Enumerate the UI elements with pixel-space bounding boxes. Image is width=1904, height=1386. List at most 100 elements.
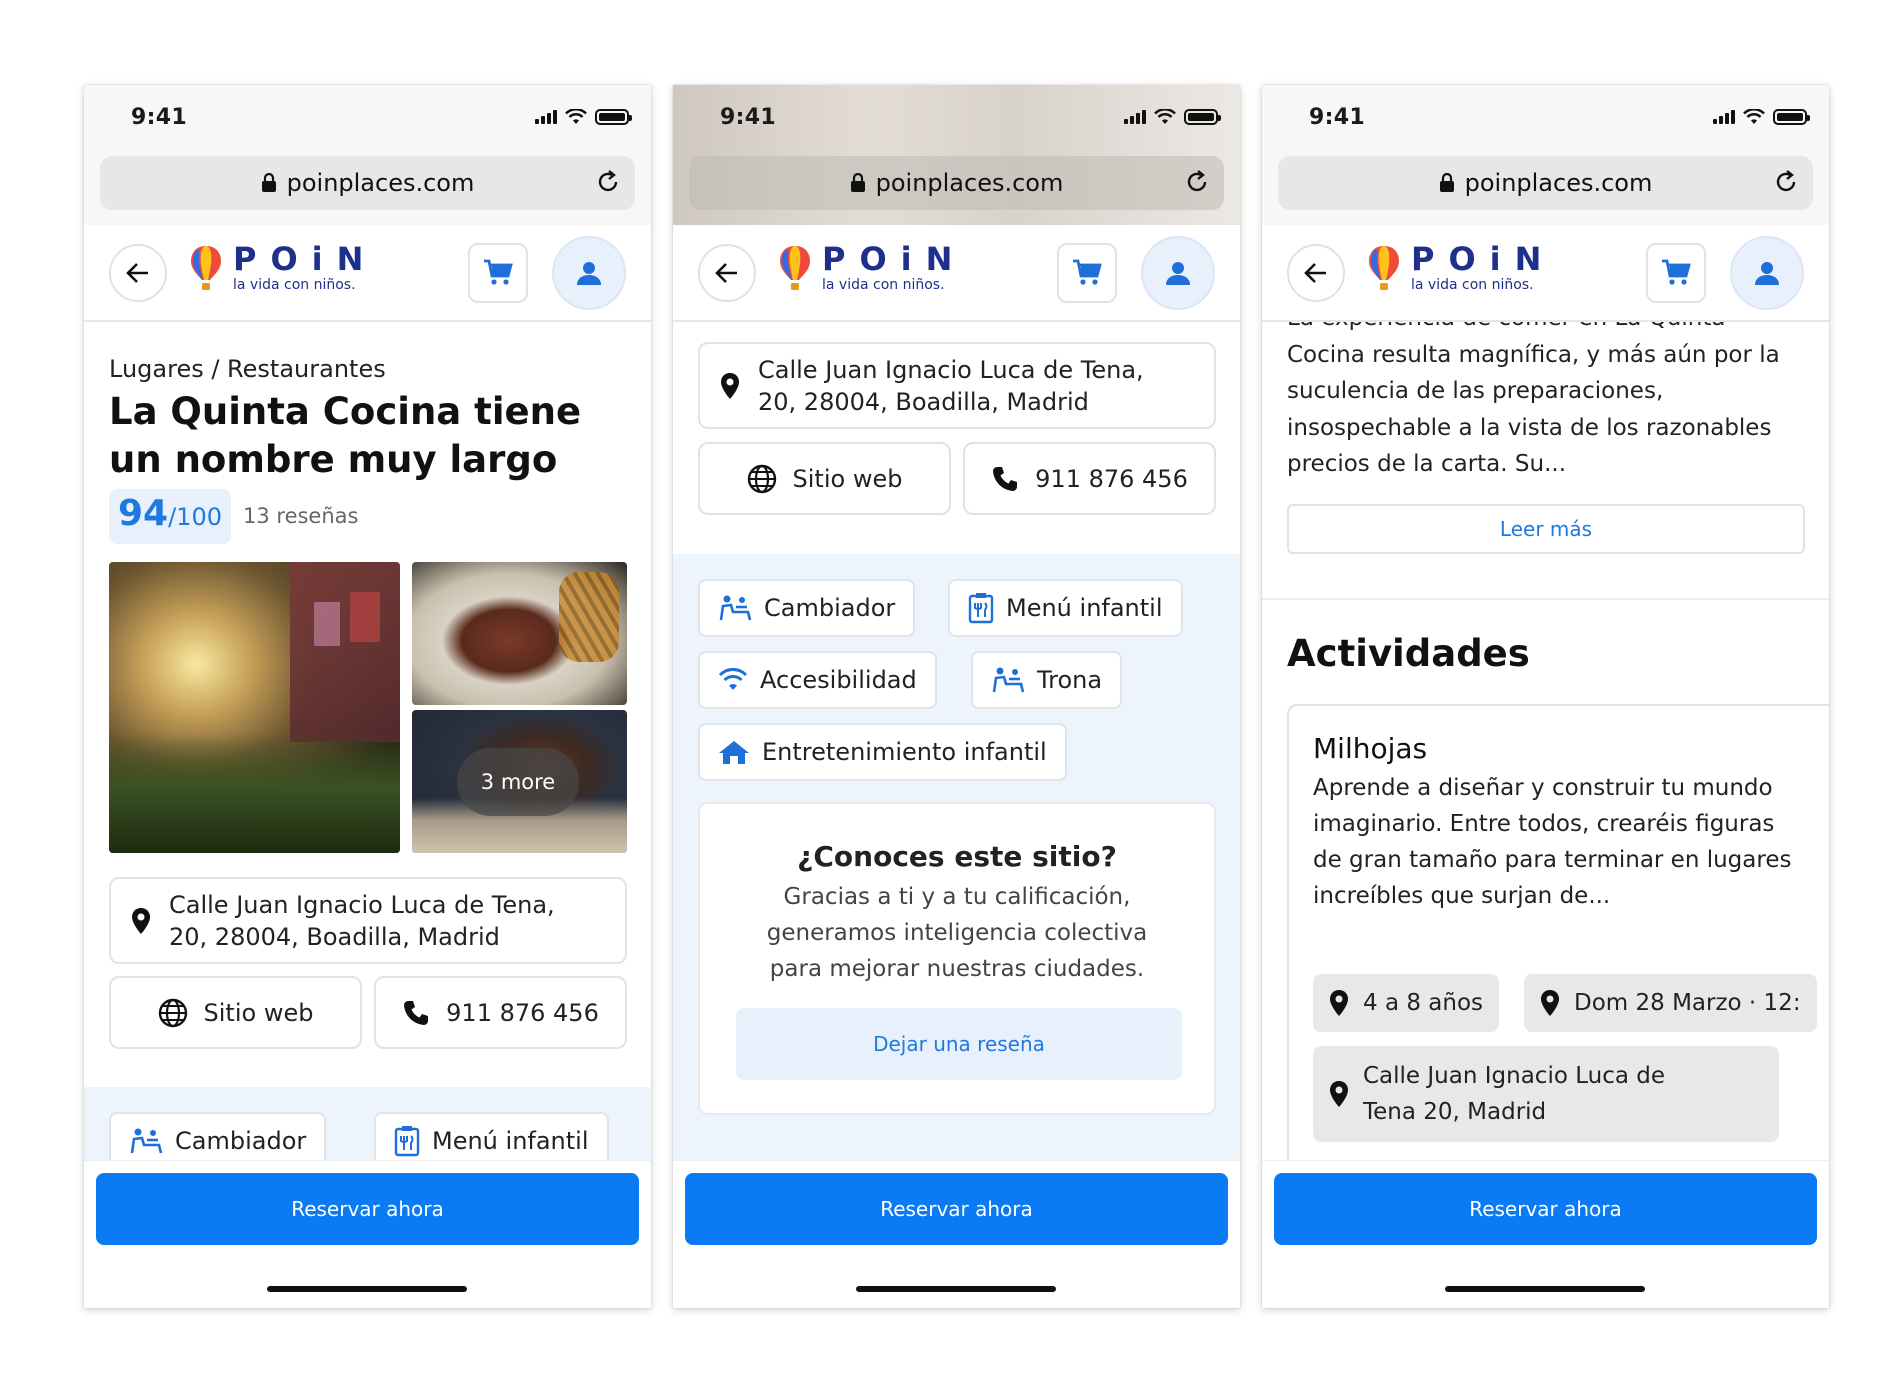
leave-review-button[interactable]: Dejar una reseña (736, 1008, 1182, 1080)
poin-logo[interactable]: POiN la vida con niños. (778, 243, 966, 293)
brand-tagline: la vida con niños. (233, 277, 356, 293)
baby-changer-icon (719, 595, 752, 621)
book-now-button[interactable]: Reservar ahora (96, 1173, 639, 1245)
phone-button[interactable]: 911 876 456 (963, 442, 1216, 515)
website-label: Sitio web (792, 464, 903, 493)
amenity-kids-menu-label: Menú infantil (1006, 594, 1163, 622)
amenity-entertainment-label: Entretenimiento infantil (762, 738, 1047, 766)
url-text: poinplaces.com (1464, 169, 1653, 197)
back-arrow-icon (126, 263, 148, 283)
status-time: 9:41 (131, 105, 187, 130)
place-content: Calle Juan Ignacio Luca de Tena, 20, 2800… (673, 322, 1240, 1172)
location-pin-icon (1330, 990, 1348, 1016)
wifi-status-icon (565, 109, 587, 124)
reload-icon[interactable] (595, 169, 621, 195)
activity-age-pill: 4 a 8 años (1313, 974, 1500, 1032)
status-icons (535, 109, 632, 125)
wifi-icon (718, 668, 748, 690)
review-count[interactable]: 13 reseñas (243, 504, 358, 528)
url-bar[interactable]: poinplaces.com (1278, 156, 1813, 210)
home-icon (719, 741, 749, 764)
globe-icon (158, 998, 187, 1027)
user-icon (1166, 262, 1190, 285)
place-description: La experiencia de comer en La Quinta Coc… (1287, 322, 1797, 483)
location-pin-icon (1541, 990, 1559, 1016)
lock-icon (850, 173, 865, 192)
baby-changer-icon (130, 1128, 163, 1154)
user-button[interactable] (1141, 236, 1215, 310)
page-title: La Quinta Cocina tiene un nombre muy lar… (109, 390, 582, 481)
status-time: 9:41 (1309, 105, 1365, 130)
baby-changer-icon (992, 667, 1025, 693)
photo-terrace[interactable] (109, 562, 400, 853)
address-card[interactable]: Calle Juan Ignacio Luca de Tena, 20, 2800… (698, 342, 1216, 429)
bottom-bar: Reservar ahora (673, 1160, 1240, 1308)
phone-icon (404, 1000, 429, 1025)
brand-tagline: la vida con niños. (1411, 277, 1534, 293)
lock-icon (1439, 173, 1454, 192)
cart-button[interactable] (1057, 243, 1117, 303)
score-max: /100 (168, 503, 222, 531)
back-arrow-icon (1304, 263, 1326, 283)
reload-icon[interactable] (1773, 169, 1799, 195)
review-prompt-title: ¿Conoces este sitio? (797, 840, 1117, 873)
phone-button[interactable]: 911 876 456 (374, 976, 627, 1049)
balloon-logo-icon (1369, 246, 1399, 290)
poin-logo[interactable]: POiN la vida con niños. (1367, 243, 1555, 293)
activity-description: Aprende a diseñar y construir tu mundo i… (1313, 775, 1792, 909)
app-header: POiN la vida con niños. (1262, 225, 1829, 322)
photo-steak[interactable] (412, 562, 627, 705)
photo-dish[interactable]: 3 more (412, 710, 627, 853)
website-button[interactable]: Sitio web (698, 442, 951, 515)
address-line-2: 20, 28004, Boadilla, Madrid (169, 922, 500, 951)
score-badge: 94 /100 (109, 489, 231, 544)
breadcrumb[interactable]: Lugares / Restaurantes (109, 355, 386, 383)
user-button[interactable] (552, 236, 626, 310)
cart-icon (1073, 259, 1102, 285)
home-indicator[interactable] (267, 1286, 467, 1292)
cart-icon (484, 259, 513, 285)
phone-screen-activities: 9:41 poinplaces.com POiN la vida con niñ… (1262, 85, 1829, 1308)
activity-date-pill: Dom 28 Marzo · 12: (1524, 974, 1817, 1032)
activities-heading: Actividades (1287, 632, 1530, 675)
address-card[interactable]: Calle Juan Ignacio Luca de Tena, 20, 2800… (109, 877, 627, 964)
cart-button[interactable] (468, 243, 528, 303)
description-first-line: La experiencia de comer en La Quinta (1287, 322, 1797, 337)
browser-chrome: 9:41 poinplaces.com (84, 85, 651, 225)
back-button[interactable] (1287, 244, 1345, 302)
brand-name: POiN (822, 240, 967, 278)
user-button[interactable] (1730, 236, 1804, 310)
website-button[interactable]: Sitio web (109, 976, 362, 1049)
phone-label: 911 876 456 (1035, 464, 1188, 493)
user-icon (1755, 262, 1779, 285)
cart-button[interactable] (1646, 243, 1706, 303)
url-text: poinplaces.com (286, 169, 475, 197)
amenity-changer-label: Cambiador (764, 594, 896, 622)
amenity-high-chair: Trona (971, 651, 1123, 709)
phone-screen-amenities: 9:41 poinplaces.com POiN la vida con niñ… (673, 85, 1240, 1308)
poin-logo[interactable]: POiN la vida con niños. (189, 243, 377, 293)
activity-date: Dom 28 Marzo · 12: (1574, 990, 1801, 1016)
more-photos-badge[interactable]: 3 more (457, 748, 579, 816)
back-button[interactable] (109, 244, 167, 302)
url-bar[interactable]: poinplaces.com (100, 156, 635, 210)
phone-icon (993, 466, 1018, 491)
read-more-button[interactable]: Leer más (1287, 504, 1805, 554)
balloon-logo-icon (780, 246, 810, 290)
home-indicator[interactable] (1445, 1286, 1645, 1292)
back-button[interactable] (698, 244, 756, 302)
status-icons (1124, 109, 1221, 125)
globe-icon (747, 464, 776, 493)
activity-card[interactable]: Milhojas Aprende a diseñar y construir t… (1287, 704, 1829, 1172)
book-now-button[interactable]: Reservar ahora (1274, 1173, 1817, 1245)
wifi-status-icon (1743, 109, 1765, 124)
url-bar[interactable]: poinplaces.com (689, 156, 1224, 210)
app-header: POiN la vida con niños. (673, 225, 1240, 322)
brand-name: POiN (1411, 240, 1556, 278)
amenity-kids-menu-label: Menú infantil (432, 1127, 589, 1155)
book-now-button[interactable]: Reservar ahora (685, 1173, 1228, 1245)
reload-icon[interactable] (1184, 169, 1210, 195)
review-prompt-body: Gracias a ti y a tu calificación, genera… (766, 884, 1148, 982)
location-pin-icon (721, 372, 739, 399)
home-indicator[interactable] (856, 1286, 1056, 1292)
